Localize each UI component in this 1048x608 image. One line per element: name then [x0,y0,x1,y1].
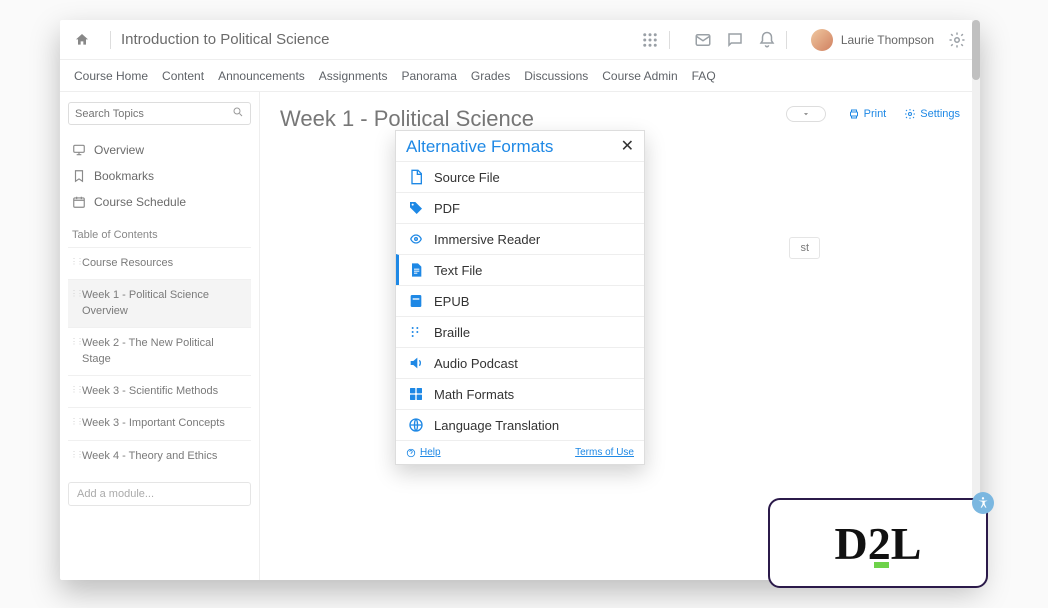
settings-button[interactable]: Settings [904,108,960,120]
nav-content[interactable]: Content [162,69,204,83]
toc-heading: Table of Contents [72,229,251,241]
format-label: Math Formats [434,387,514,402]
alternative-formats-modal: Alternative Formats ✕ Source File PDF Im… [395,130,645,465]
file-icon [408,169,424,185]
format-label: Text File [434,263,482,278]
format-pdf[interactable]: PDF [396,192,644,223]
sidebar-bookmarks[interactable]: Bookmarks [68,163,251,189]
nav-assignments[interactable]: Assignments [319,69,388,83]
logo-d: D [835,517,868,570]
toc-item[interactable]: Week 4 - Theory and Ethics [68,440,251,472]
nav-discussions[interactable]: Discussions [524,69,588,83]
toc-item-active[interactable]: Week 1 - Political Science Overview [68,279,251,327]
toc-item[interactable]: Course Resources [68,247,251,279]
toc-item[interactable]: Week 3 - Scientific Methods [68,375,251,407]
course-nav: Course Home Content Announcements Assign… [60,60,980,92]
format-label: Source File [434,170,500,185]
nav-announcements[interactable]: Announcements [218,69,305,83]
terms-link[interactable]: Terms of Use [575,447,634,458]
help-label: Help [420,447,441,458]
modal-title: Alternative Formats [406,137,553,157]
course-title[interactable]: Introduction to Political Science [121,31,329,48]
settings-label: Settings [920,108,960,120]
avatar[interactable] [811,29,833,51]
format-epub[interactable]: EPUB [396,285,644,316]
logo-l: L [891,517,922,570]
help-link[interactable]: Help [406,447,441,458]
sidebar-overview-label: Overview [94,143,144,157]
audio-icon [408,355,424,371]
apps-icon[interactable] [641,31,659,49]
format-braille[interactable]: Braille [396,316,644,347]
chat-icon[interactable] [726,31,744,49]
nav-course-admin[interactable]: Course Admin [602,69,677,83]
search-icon[interactable] [232,106,244,121]
logo-2: 2 [868,517,891,570]
close-icon[interactable]: ✕ [621,139,634,155]
divider [110,31,111,49]
user-name[interactable]: Laurie Thompson [841,33,934,47]
toc-item[interactable]: Week 2 - The New Political Stage [68,327,251,375]
mail-icon[interactable] [694,31,712,49]
divider [786,31,787,49]
print-button[interactable]: Print [848,108,887,120]
text-file-icon [408,262,424,278]
format-language-translation[interactable]: Language Translation [396,409,644,440]
divider [669,31,670,49]
format-label: Audio Podcast [434,356,518,371]
format-label: Language Translation [434,418,559,433]
nav-faq[interactable]: FAQ [692,69,716,83]
immersive-icon [408,231,424,247]
sidebar-schedule[interactable]: Course Schedule [68,189,251,215]
content-sidebar: Overview Bookmarks Course Schedule Table… [60,92,260,580]
toc-item[interactable]: Week 3 - Important Concepts [68,407,251,439]
expand-dropdown[interactable] [786,106,826,122]
format-source-file[interactable]: Source File [396,161,644,192]
tag-icon [408,200,424,216]
gear-icon[interactable] [948,31,966,49]
accessibility-icon[interactable] [972,492,994,514]
nav-grades[interactable]: Grades [471,69,510,83]
format-label: Braille [434,325,470,340]
top-header: Introduction to Political Science Laurie… [60,20,980,60]
page-actions: Print Settings [786,106,960,122]
print-label: Print [864,108,887,120]
tag-pill[interactable]: st [789,237,820,259]
sidebar-overview[interactable]: Overview [68,137,251,163]
format-audio-podcast[interactable]: Audio Podcast [396,347,644,378]
home-icon[interactable] [74,32,90,48]
math-icon [408,386,424,402]
format-label: EPUB [434,294,469,309]
format-math[interactable]: Math Formats [396,378,644,409]
format-label: PDF [434,201,460,216]
braille-icon [408,324,424,340]
globe-icon [408,417,424,433]
format-immersive-reader[interactable]: Immersive Reader [396,223,644,254]
search-input[interactable] [75,108,232,120]
nav-panorama[interactable]: Panorama [402,69,457,83]
format-label: Immersive Reader [434,232,540,247]
nav-course-home[interactable]: Course Home [74,69,148,83]
add-module-input[interactable]: Add a module... [68,482,251,506]
d2l-logo: D2L [768,498,988,588]
bell-icon[interactable] [758,31,776,49]
sidebar-schedule-label: Course Schedule [94,195,186,209]
search-input-wrapper[interactable] [68,102,251,125]
format-text-file[interactable]: Text File [396,254,644,285]
sidebar-bookmarks-label: Bookmarks [94,169,154,183]
scrollbar-thumb[interactable] [972,20,980,80]
book-icon [408,293,424,309]
